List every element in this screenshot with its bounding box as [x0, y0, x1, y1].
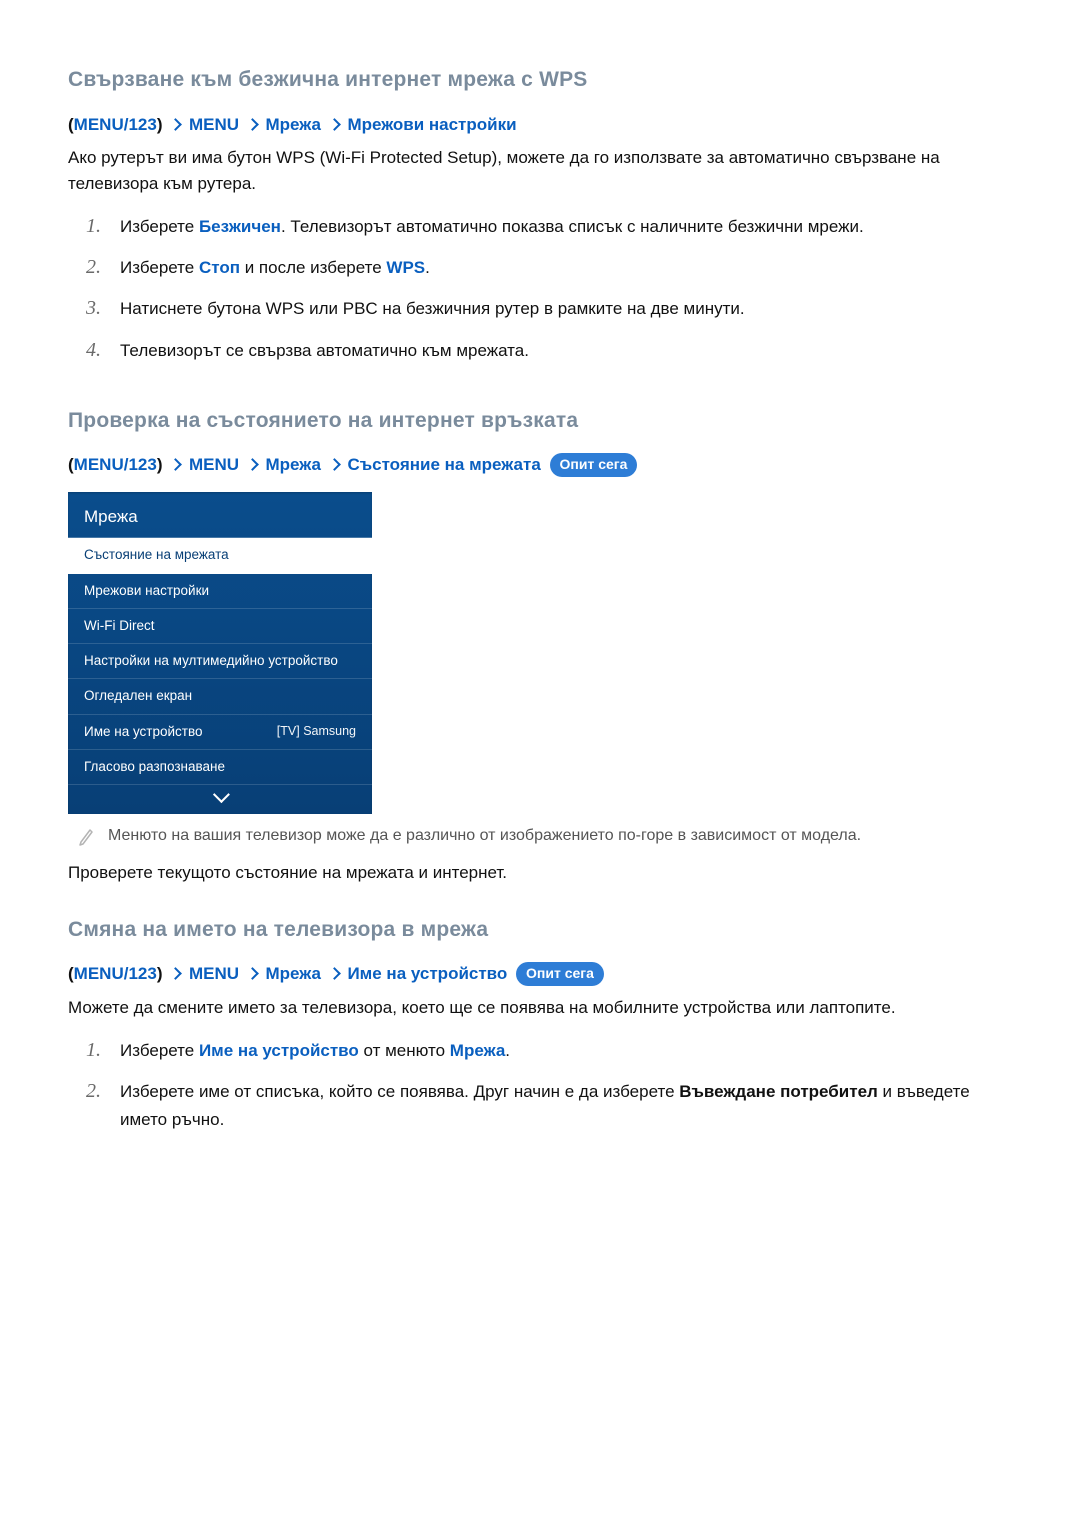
menu-item-multimedia[interactable]: Настройки на мултимедийно устройство	[68, 644, 372, 679]
menu-item-label: Състояние на мрежата	[84, 545, 229, 565]
step-text: Телевизорът се свързва автоматично към м…	[120, 337, 1012, 364]
chevron-right-icon	[328, 458, 341, 471]
crumb-menu: MENU	[189, 115, 239, 134]
menu-item-mirror[interactable]: Огледален екран	[68, 679, 372, 714]
menu-item-network-settings[interactable]: Мрежови настройки	[68, 574, 372, 609]
list-item: 2. Изберете име от списъка, който се поя…	[86, 1071, 1012, 1139]
crumb-network: Мрежа	[265, 115, 321, 134]
step-number: 2.	[86, 1078, 102, 1132]
status-body: Проверете текущото състояние на мрежата …	[68, 860, 1012, 886]
wps-steps: 1. Изберете Безжичен. Телевизорът автома…	[86, 206, 1012, 371]
menu-item-voice[interactable]: Гласово разпознаване	[68, 750, 372, 785]
note-text: Менюто на вашия телевизор може да е разл…	[108, 824, 861, 848]
step-number: 3.	[86, 295, 102, 322]
chevron-right-icon	[328, 967, 341, 980]
step-text: Изберете Стоп и после изберете WPS.	[120, 254, 1012, 281]
chevron-right-icon	[246, 458, 259, 471]
heading-rename: Смяна на името на телевизора в мрежа	[68, 914, 1012, 946]
crumb-netsettings: Мрежови настройки	[347, 115, 516, 134]
rename-steps: 1. Изберете Име на устройство от менюто …	[86, 1030, 1012, 1140]
note-line: Менюто на вашия телевизор може да е разл…	[78, 824, 1012, 848]
step-text: Натиснете бутона WPS или PBC на безжични…	[120, 295, 1012, 322]
menu-item-label: Мрежови настройки	[84, 581, 209, 601]
step-number: 1.	[86, 213, 102, 240]
step-text: Изберете име от списъка, който се появяв…	[120, 1078, 1012, 1132]
step-number: 2.	[86, 254, 102, 281]
rename-intro: Можете да смените името за телевизора, к…	[68, 995, 1012, 1021]
step-text: Изберете Име на устройство от менюто Мре…	[120, 1037, 1012, 1064]
menu-item-value: [TV] Samsung	[277, 722, 356, 741]
chevron-right-icon	[169, 967, 182, 980]
section-rename: Смяна на името на телевизора в мрежа (ME…	[68, 914, 1012, 1140]
chevron-right-icon	[169, 118, 182, 131]
list-item: 1. Изберете Име на устройство от менюто …	[86, 1030, 1012, 1071]
chevron-down-icon	[213, 786, 230, 803]
breadcrumb-rename: (MENU/123) MENU Мрежа Име на устройство …	[68, 961, 1012, 987]
menu-item-label: Гласово разпознаване	[84, 757, 225, 777]
network-menu-card: Мрежа Състояние на мрежата Мрежови настр…	[68, 492, 372, 815]
list-item: 2. Изберете Стоп и после изберете WPS.	[86, 247, 1012, 288]
try-now-badge[interactable]: Опит сега	[550, 453, 638, 477]
list-item: 4. Телевизорът се свързва автоматично къ…	[86, 330, 1012, 371]
breadcrumb-wps: (MENU/123) MENU Мрежа Мрежови настройки	[68, 112, 1012, 138]
chevron-right-icon	[246, 967, 259, 980]
heading-status: Проверка на състоянието на интернет връз…	[68, 405, 1012, 437]
breadcrumb-status: (MENU/123) MENU Мрежа Състояние на мрежа…	[68, 452, 1012, 478]
section-wps: Свързване към безжична интернет мрежа с …	[68, 64, 1012, 371]
step-text: Изберете Безжичен. Телевизорът автоматич…	[120, 213, 1012, 240]
list-item: 1. Изберете Безжичен. Телевизорът автома…	[86, 206, 1012, 247]
crumb-menu123: MENU/123	[74, 115, 157, 134]
paren-close: )	[157, 115, 163, 134]
menu-item-wifi-direct[interactable]: Wi-Fi Direct	[68, 609, 372, 644]
chevron-right-icon	[246, 118, 259, 131]
menu-item-device-name[interactable]: Име на устройство [TV] Samsung	[68, 715, 372, 750]
heading-wps: Свързване към безжична интернет мрежа с …	[68, 64, 1012, 96]
section-status: Проверка на състоянието на интернет връз…	[68, 405, 1012, 886]
chevron-right-icon	[328, 118, 341, 131]
menu-scroll-down[interactable]	[68, 785, 372, 814]
step-number: 4.	[86, 337, 102, 364]
pencil-icon	[78, 826, 94, 846]
wps-intro: Ако рутерът ви има бутон WPS (Wi-Fi Prot…	[68, 145, 1012, 196]
list-item: 3. Натиснете бутона WPS или PBC на безжи…	[86, 288, 1012, 329]
try-now-badge[interactable]: Опит сега	[516, 962, 604, 986]
step-number: 1.	[86, 1037, 102, 1064]
menu-title: Мрежа	[68, 492, 372, 539]
menu-item-label: Име на устройство	[84, 722, 203, 742]
menu-item-label: Настройки на мултимедийно устройство	[84, 651, 338, 671]
menu-item-network-status[interactable]: Състояние на мрежата	[68, 538, 372, 573]
menu-item-label: Огледален екран	[84, 686, 192, 706]
menu-item-label: Wi-Fi Direct	[84, 616, 155, 636]
chevron-right-icon	[169, 458, 182, 471]
